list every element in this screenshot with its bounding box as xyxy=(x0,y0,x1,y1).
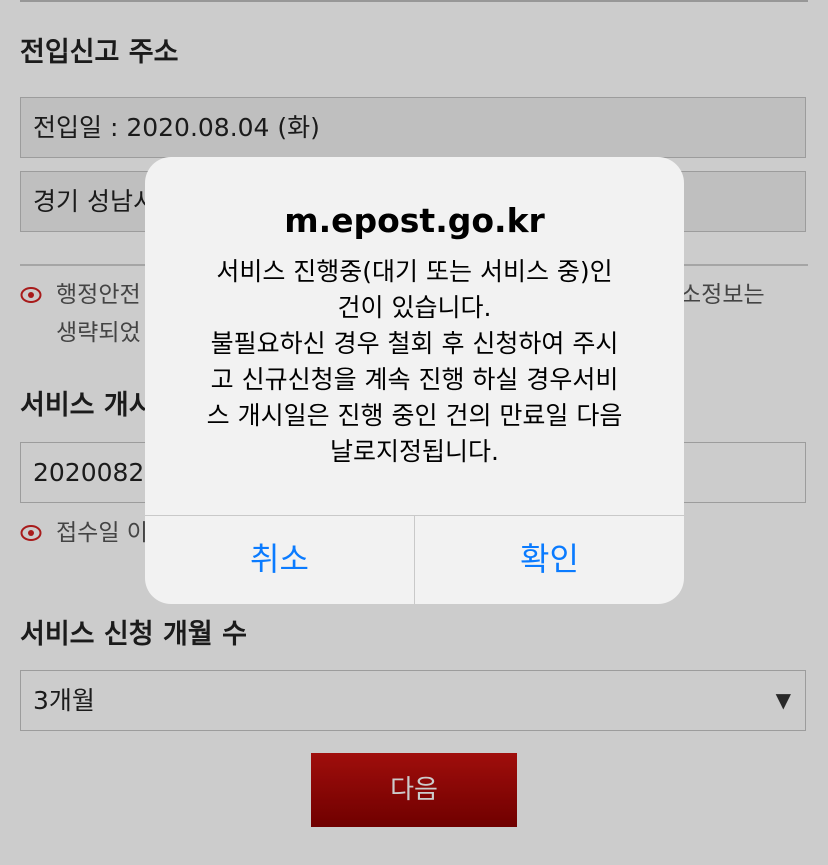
confirm-button[interactable]: 확인 xyxy=(415,516,684,604)
dialog-button-row: 취소 확인 xyxy=(145,515,684,604)
alert-dialog: m.epost.go.kr 서비스 진행중(대기 또는 서비스 중)인 건이 있… xyxy=(145,157,684,604)
dialog-message: 서비스 진행중(대기 또는 서비스 중)인 건이 있습니다. 불필요하신 경우 … xyxy=(206,257,623,466)
cancel-button[interactable]: 취소 xyxy=(145,516,414,604)
dialog-title: m.epost.go.kr xyxy=(284,201,545,240)
